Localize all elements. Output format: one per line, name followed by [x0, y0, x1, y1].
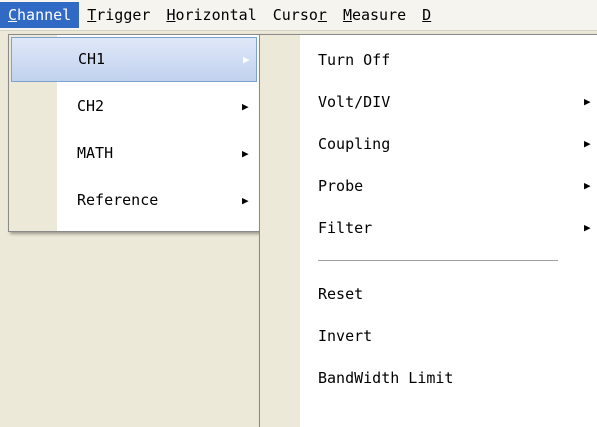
menu-trigger-mnemonic: T [87, 6, 97, 24]
submenu-arrow-icon: ▶ [584, 179, 591, 192]
menu-item-reset[interactable]: Reset [260, 273, 597, 315]
menu-bar: Channel Trigger Horizontal Cursor Measur… [0, 0, 597, 31]
submenu-arrow-icon: ▶ [242, 100, 249, 113]
menu-item-math[interactable]: MATH ▶ [11, 131, 257, 176]
menu-item-label: CH1 [78, 50, 106, 68]
menu-channel-rest: hannel [17, 6, 72, 24]
menu-item-label: BandWidth Limit [318, 369, 454, 387]
menu-item-label: Filter [318, 219, 373, 237]
menu-channel[interactable]: Channel [0, 2, 80, 28]
submenu-arrow-icon: ▶ [243, 53, 250, 66]
menu-item-label: MATH [77, 144, 114, 162]
menu-trigger[interactable]: Trigger [79, 2, 158, 28]
menu-item-label: Reference [77, 191, 159, 209]
menu-item-ch2[interactable]: CH2 ▶ [11, 84, 257, 129]
ch1-submenu: Turn Off Volt/DIV ▶ Coupling ▶ Probe ▶ F… [259, 34, 597, 427]
menu-item-coupling[interactable]: Coupling ▶ [260, 123, 597, 165]
menu-display[interactable]: D [414, 2, 439, 28]
menu-item-bandwidth-limit[interactable]: BandWidth Limit [260, 357, 597, 399]
menu-item-label: Reset [318, 285, 364, 303]
menu-item-reference[interactable]: Reference ▶ [11, 178, 257, 223]
menu-cursor[interactable]: Cursor [265, 2, 335, 28]
menu-item-label: Turn Off [318, 51, 391, 69]
submenu-arrow-icon: ▶ [584, 137, 591, 150]
menu-display-mnemonic: D [422, 6, 432, 24]
menu-item-invert[interactable]: Invert [260, 315, 597, 357]
menu-cursor-mnemonic: r [317, 6, 327, 24]
menu-measure[interactable]: Measure [335, 2, 414, 28]
menu-trigger-rest: rigger [96, 6, 151, 24]
menu-item-label: Volt/DIV [318, 93, 391, 111]
menu-item-label: CH2 [77, 97, 105, 115]
submenu-arrow-icon: ▶ [242, 147, 249, 160]
menu-item-label: Coupling [318, 135, 391, 153]
menu-item-turn-off[interactable]: Turn Off [260, 39, 597, 81]
menu-separator [260, 249, 597, 273]
submenu-arrow-icon: ▶ [584, 221, 591, 234]
menu-channel-mnemonic: C [8, 6, 18, 24]
submenu-arrow-icon: ▶ [242, 194, 249, 207]
submenu-arrow-icon: ▶ [584, 95, 591, 108]
menu-horizontal-rest: orizontal [175, 6, 257, 24]
menu-cursor-pre: Curso [272, 6, 318, 24]
channel-dropdown-menu: CH1 ▶ CH2 ▶ MATH ▶ Reference ▶ [8, 34, 260, 232]
menu-horizontal[interactable]: Horizontal [158, 2, 264, 28]
menu-item-volt-div[interactable]: Volt/DIV ▶ [260, 81, 597, 123]
menu-measure-mnemonic: M [342, 6, 352, 24]
menu-item-ch1[interactable]: CH1 ▶ [11, 37, 257, 82]
menu-measure-rest: easure [351, 6, 407, 24]
menu-item-label: Invert [318, 327, 373, 345]
menu-item-probe[interactable]: Probe ▶ [260, 165, 597, 207]
menu-item-filter[interactable]: Filter ▶ [260, 207, 597, 249]
menu-item-label: Probe [318, 177, 364, 195]
